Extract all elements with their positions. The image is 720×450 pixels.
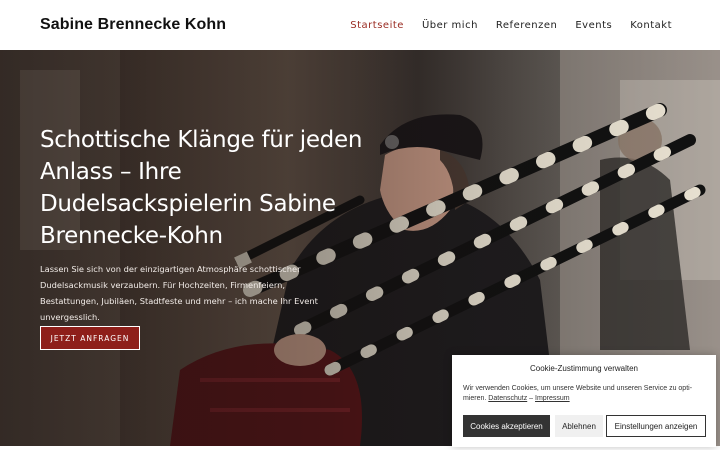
decline-cookies-button[interactable]: Ablehnen (555, 415, 603, 437)
accept-cookies-button[interactable]: Cookies akzeptieren (463, 415, 550, 437)
site-header: Sabine Brennecke Kohn Startseite Über mi… (0, 0, 720, 50)
cookie-text: Wir verwenden Cookies, um unsere Website… (463, 384, 707, 404)
nav-item-startseite[interactable]: Startseite (350, 20, 404, 31)
nav-item-ueber-mich[interactable]: Über mich (422, 20, 478, 31)
cookie-settings-button[interactable]: Einstellungen anzeigen (606, 415, 706, 437)
main-nav: Startseite Über mich Referenzen Events K… (332, 20, 672, 31)
request-now-button[interactable]: JETZT ANFRAGEN (40, 326, 140, 350)
cookie-title: Cookie-Zustimmung verwalten (529, 364, 639, 373)
nav-item-referenzen[interactable]: Referenzen (496, 20, 557, 31)
privacy-link[interactable]: Datenschutz (488, 395, 527, 402)
nav-item-kontakt[interactable]: Kontakt (630, 20, 672, 31)
hero-description: Lassen Sie sich von der einzigartigen At… (40, 264, 318, 322)
imprint-link[interactable]: Impressum (535, 395, 570, 402)
nav-item-events[interactable]: Events (575, 20, 612, 31)
cookie-consent-banner: Cookie-Zustimmung verwalten Wir verwende… (452, 355, 716, 447)
link-separator: – (527, 395, 536, 402)
site-title[interactable]: Sabine Brennecke Kohn (40, 16, 226, 34)
hero-title: Schottische Klänge für jeden Anlass – Ih… (40, 127, 363, 249)
